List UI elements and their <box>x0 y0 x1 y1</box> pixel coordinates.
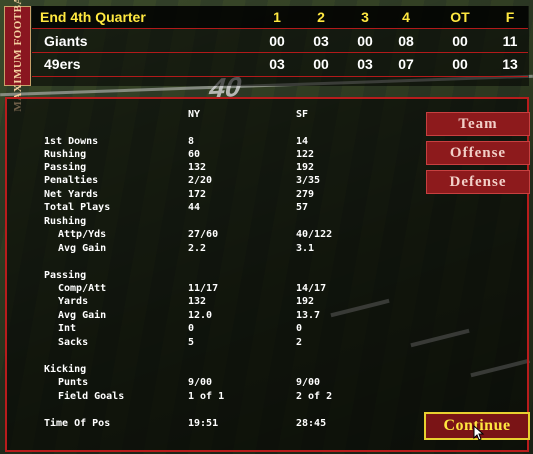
period-header-3: 3 <box>361 9 369 25</box>
stat-value-ny: 132 <box>188 162 207 173</box>
score-cell: 08 <box>398 33 414 49</box>
stat-value-ny: 132 <box>188 296 207 307</box>
logo-text: MAXIMUM FOOTBALL <box>11 0 24 112</box>
period-header-1: 1 <box>273 9 281 25</box>
column-header-ny: NY <box>188 109 201 120</box>
stat-value-ny: 19:51 <box>188 418 219 429</box>
stat-value-sf: 122 <box>296 149 315 160</box>
stat-label: Yards <box>58 296 89 307</box>
quarter-status: End 4th Quarter <box>40 9 146 25</box>
score-cell: 03 <box>269 56 285 72</box>
stat-label: Net Yards <box>44 189 99 200</box>
score-cell: 00 <box>269 33 285 49</box>
stat-label: Total Plays <box>44 202 111 213</box>
mouse-cursor-icon <box>473 425 485 441</box>
stat-value-sf: 2 of 2 <box>296 391 333 402</box>
stat-value-sf: 2 <box>296 337 303 348</box>
stat-value-sf: 28:45 <box>296 418 327 429</box>
stat-value-ny: 9/00 <box>188 377 213 388</box>
stat-label: Comp/Att <box>58 283 107 294</box>
scoreboard-divider <box>32 76 528 77</box>
stat-label: Kicking <box>44 364 87 375</box>
stat-label: Penalties <box>44 175 99 186</box>
stat-label: Passing <box>44 162 87 173</box>
stat-value-sf: 279 <box>296 189 315 200</box>
stat-label: Rushing <box>44 216 87 227</box>
period-header-final: F <box>505 9 515 25</box>
stat-value-sf: 192 <box>296 162 315 173</box>
stat-label: Sacks <box>58 337 89 348</box>
score-cell: 00 <box>452 56 468 72</box>
stat-value-ny: 5 <box>188 337 195 348</box>
stat-value-ny: 27/60 <box>188 229 219 240</box>
score-cell: 00 <box>357 33 373 49</box>
maximum-football-logo: MAXIMUM FOOTBALL <box>4 0 31 112</box>
score-cell: 07 <box>398 56 414 72</box>
score-cell: 03 <box>313 33 329 49</box>
stat-value-sf: 40/122 <box>296 229 333 240</box>
stat-value-ny: 0 <box>188 323 195 334</box>
scoreboard-divider <box>32 28 528 29</box>
stat-label: Rushing <box>44 149 87 160</box>
period-header-ot: OT <box>450 9 470 25</box>
stat-label: Int <box>58 323 77 334</box>
team-name-49ers: 49ers <box>44 56 81 72</box>
stat-label: Passing <box>44 270 87 281</box>
column-header-sf: SF <box>296 109 309 120</box>
stat-label: Time Of Pos <box>44 418 111 429</box>
period-header-2: 2 <box>317 9 325 25</box>
stat-value-sf: 57 <box>296 202 309 213</box>
stat-value-ny: 2.2 <box>188 243 207 254</box>
stat-value-sf: 14 <box>296 136 309 147</box>
stat-value-ny: 1 of 1 <box>188 391 225 402</box>
stat-value-sf: 192 <box>296 296 315 307</box>
stat-value-sf: 0 <box>296 323 303 334</box>
scoreboard-divider <box>32 52 528 53</box>
stat-label: Avg Gain <box>58 310 107 321</box>
stat-value-ny: 12.0 <box>188 310 213 321</box>
score-cell: 00 <box>313 56 329 72</box>
stat-value-sf: 3/35 <box>296 175 321 186</box>
stat-value-sf: 14/17 <box>296 283 327 294</box>
defense-button[interactable]: Defense <box>426 170 530 194</box>
stat-label: Avg Gain <box>58 243 107 254</box>
stat-value-sf: 3.1 <box>296 243 315 254</box>
stat-value-ny: 2/20 <box>188 175 213 186</box>
stat-value-sf: 9/00 <box>296 377 321 388</box>
stat-value-ny: 60 <box>188 149 201 160</box>
stat-label: Field Goals <box>58 391 125 402</box>
stat-label: 1st Downs <box>44 136 99 147</box>
team-button[interactable]: Team <box>426 112 530 136</box>
stat-value-ny: 8 <box>188 136 195 147</box>
final-score-cell: 13 <box>502 56 518 72</box>
final-score-cell: 11 <box>502 33 518 49</box>
offense-button[interactable]: Offense <box>426 141 530 165</box>
stat-label: Punts <box>58 377 89 388</box>
stat-label: Attp/Yds <box>58 229 107 240</box>
team-name-giants: Giants <box>44 33 88 49</box>
score-cell: 03 <box>357 56 373 72</box>
score-cell: 00 <box>452 33 468 49</box>
stat-value-ny: 172 <box>188 189 207 200</box>
period-header-4: 4 <box>402 9 410 25</box>
stat-value-sf: 13.7 <box>296 310 321 321</box>
stat-value-ny: 11/17 <box>188 283 219 294</box>
stat-value-ny: 44 <box>188 202 201 213</box>
